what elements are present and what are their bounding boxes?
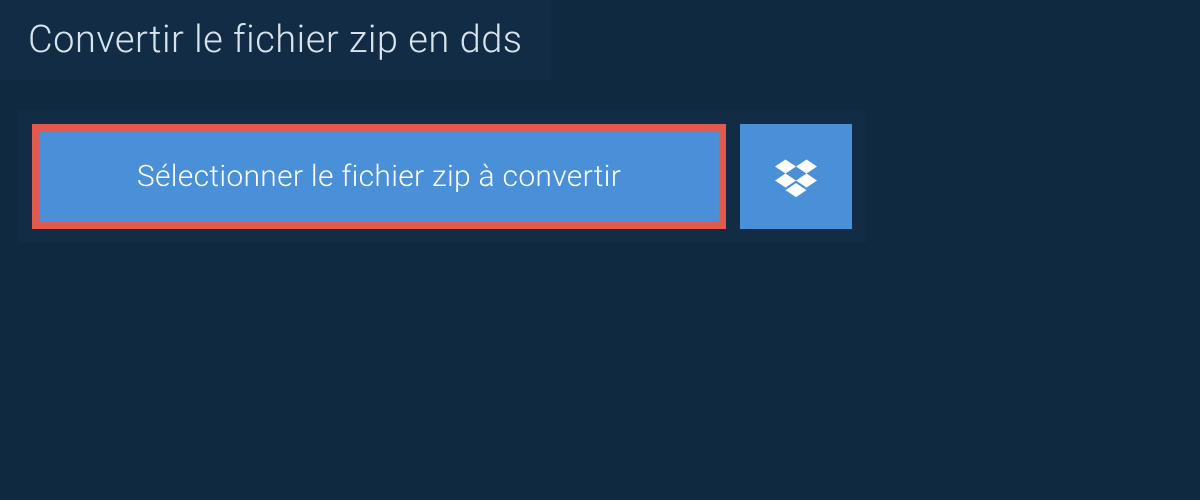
header-bar: Convertir le fichier zip en dds	[0, 0, 551, 80]
select-file-button[interactable]: Sélectionner le fichier zip à convertir	[32, 124, 726, 229]
dropbox-button[interactable]	[740, 124, 852, 229]
page-title: Convertir le fichier zip en dds	[28, 18, 523, 62]
select-file-label: Sélectionner le fichier zip à convertir	[137, 159, 621, 194]
upload-section: Sélectionner le fichier zip à convertir	[18, 110, 866, 243]
dropbox-icon	[775, 156, 817, 198]
